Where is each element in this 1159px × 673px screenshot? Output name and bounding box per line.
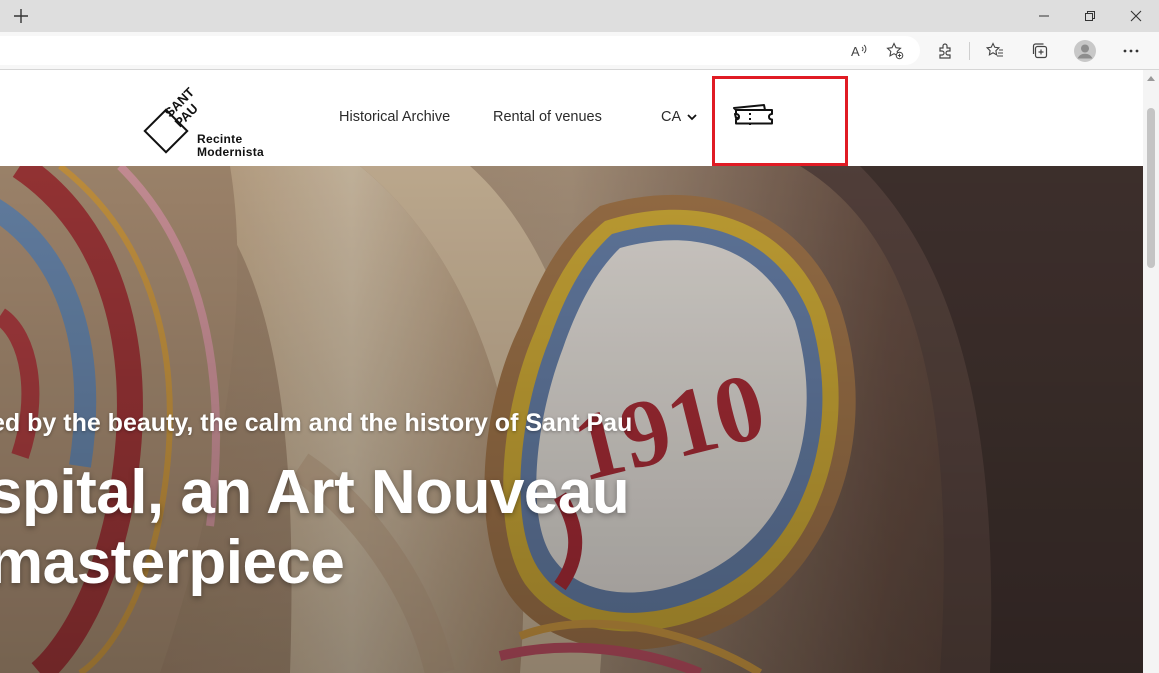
close-window-button[interactable] (1113, 0, 1159, 32)
more-menu-button[interactable] (1117, 37, 1145, 65)
svg-text:A: A (851, 44, 860, 59)
address-bar[interactable] (0, 36, 920, 65)
hero-banner: 1910 ed by the beauty, the calm and the … (0, 166, 1143, 673)
ticket-icon (733, 104, 773, 125)
language-selector[interactable]: CA (661, 109, 697, 125)
nav-historical-archive[interactable]: Historical Archive (339, 109, 450, 125)
nav-rental-of-venues[interactable]: Rental of venues (493, 109, 602, 125)
restore-icon (1085, 11, 1095, 21)
language-label: CA (661, 109, 682, 125)
extensions-icon (939, 43, 951, 59)
profile-icon (1074, 40, 1096, 62)
more-icon (1123, 49, 1139, 53)
web-page: SANT PAU Recinte Modernista Historical A… (0, 70, 1143, 673)
restore-button[interactable] (1067, 0, 1113, 32)
minimize-button[interactable] (1021, 0, 1067, 32)
toolbar-separator (969, 42, 970, 60)
logo-line-2: Modernista (197, 145, 265, 159)
profile-button[interactable] (1071, 37, 1099, 65)
hero-subtitle: ed by the beauty, the calm and the histo… (0, 409, 633, 437)
chevron-down-icon (687, 113, 697, 120)
close-icon (1130, 10, 1142, 22)
hero-headline: spital, an Art Nouveau masterpiece (0, 458, 630, 598)
plus-icon (14, 9, 28, 23)
favorites-button[interactable] (981, 37, 1009, 65)
read-aloud-button[interactable]: A (846, 37, 874, 65)
browser-title-bar (0, 0, 1159, 32)
add-favorite-button[interactable] (881, 37, 909, 65)
logo-subtitle: Recinte Modernista (197, 133, 264, 159)
favorites-icon (986, 42, 1003, 57)
add-favorite-icon (886, 42, 904, 60)
browser-toolbar: A (0, 32, 1159, 70)
tickets-button[interactable] (728, 100, 776, 134)
minimize-icon (1039, 15, 1049, 17)
site-logo[interactable]: SANT PAU Recinte Modernista (140, 78, 280, 162)
page-scrollbar[interactable] (1143, 70, 1159, 673)
new-tab-button[interactable] (8, 4, 34, 28)
extensions-button[interactable] (932, 37, 960, 65)
read-aloud-icon: A (851, 44, 867, 59)
scroll-up-arrow-icon[interactable] (1147, 76, 1155, 81)
scrollbar-thumb[interactable] (1147, 108, 1155, 268)
hero-headline-line-1: spital, an Art Nouveau (0, 458, 630, 527)
site-header: SANT PAU Recinte Modernista Historical A… (0, 70, 1143, 166)
hero-headline-line-2: masterpiece (0, 528, 345, 597)
collections-button[interactable] (1026, 37, 1054, 65)
collections-icon (1032, 43, 1048, 59)
